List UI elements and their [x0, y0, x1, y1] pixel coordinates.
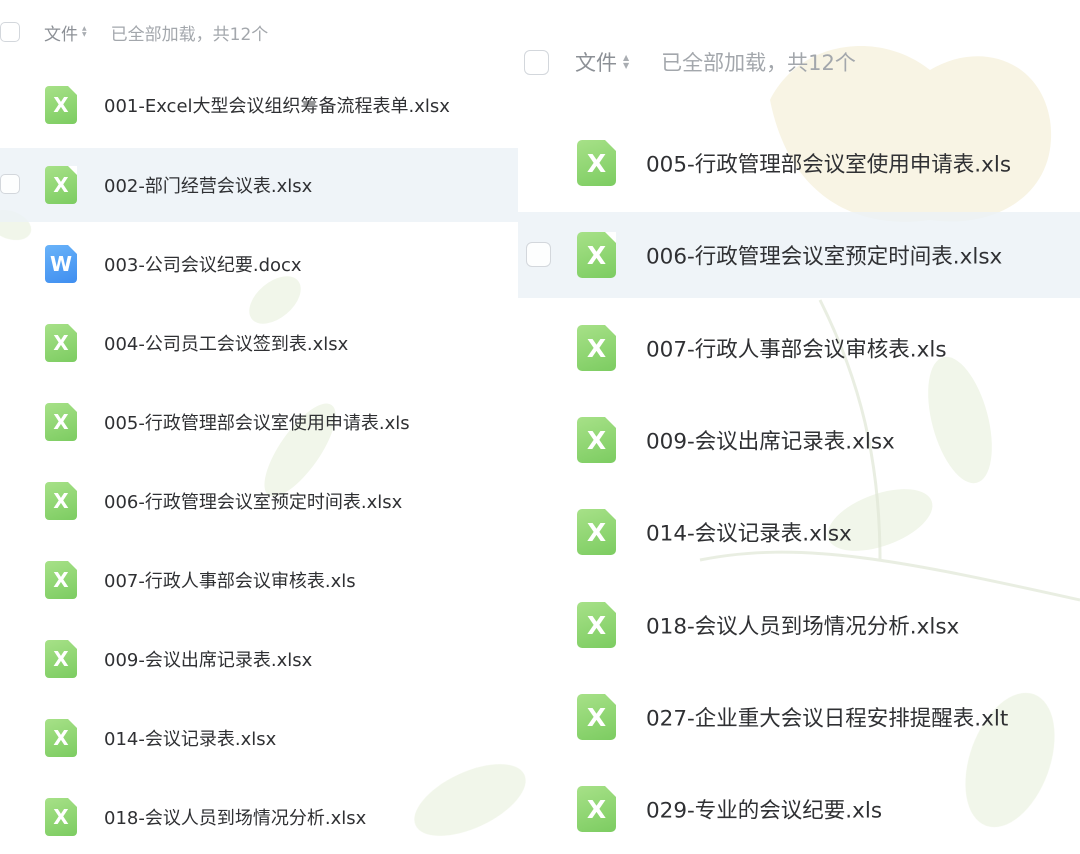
file-list-panel-left: 文件 ▲ ▼ 已全部加载，共12个 X 001-Excel大型会议组织筹备流程表单… — [0, 0, 518, 853]
select-all-checkbox[interactable] — [0, 22, 20, 42]
excel-file-icon: X — [45, 86, 77, 124]
file-name[interactable]: 002-部门经营会议表.xlsx — [104, 172, 312, 198]
file-row[interactable]: X 007-行政人事部会议审核表.xls — [0, 543, 518, 617]
excel-file-icon: X — [45, 166, 77, 204]
excel-file-icon: X — [577, 509, 616, 555]
row-checkbox[interactable] — [526, 242, 551, 267]
file-name[interactable]: 027-企业重大会议日程安排提醒表.xlt — [646, 702, 1008, 733]
file-row[interactable]: X 007-行政人事部会议审核表.xls — [518, 305, 1080, 391]
file-row[interactable]: X 006-行政管理会议室预定时间表.xlsx — [0, 464, 518, 538]
file-row[interactable]: X 014-会议记录表.xlsx — [0, 701, 518, 775]
file-row[interactable]: X 009-会议出席记录表.xlsx — [518, 397, 1080, 483]
list-header: 文件 ▲ ▼ 已全部加载，共12个 — [0, 18, 268, 46]
file-name[interactable]: 009-会议出席记录表.xlsx — [104, 646, 312, 672]
excel-file-icon: X — [577, 140, 616, 186]
file-name[interactable]: 018-会议人员到场情况分析.xlsx — [104, 804, 366, 830]
excel-file-icon: X — [577, 417, 616, 463]
file-row[interactable]: X 027-企业重大会议日程安排提醒表.xlt — [518, 674, 1080, 760]
file-name[interactable]: 005-行政管理部会议室使用申请表.xls — [104, 409, 410, 435]
file-row[interactable]: X 005-行政管理部会议室使用申请表.xls — [0, 385, 518, 459]
list-header: 文件 ▲ ▼ 已全部加载，共12个 — [524, 46, 856, 78]
excel-file-icon: X — [45, 403, 77, 441]
excel-file-icon: X — [45, 561, 77, 599]
column-label-file[interactable]: 文件 — [44, 20, 78, 45]
file-name[interactable]: 009-会议出席记录表.xlsx — [646, 425, 895, 456]
file-name[interactable]: 003-公司会议纪要.docx — [104, 251, 302, 277]
file-row[interactable]: X 001-Excel大型会议组织筹备流程表单.xlsx — [0, 68, 518, 142]
file-list-panel-right: 文件 ▲ ▼ 已全部加载，共12个 X 005-行政管理部会议室使用申请表.xls… — [518, 0, 1080, 853]
file-row[interactable]: X 029-专业的会议纪要.xls — [518, 766, 1080, 852]
file-name[interactable]: 006-行政管理会议室预定时间表.xlsx — [646, 240, 1002, 271]
excel-file-icon: X — [577, 232, 616, 278]
excel-file-icon: X — [45, 640, 77, 678]
file-row[interactable]: X 006-行政管理会议室预定时间表.xlsx — [518, 212, 1080, 298]
load-status-text: 已全部加载，共12个 — [110, 24, 269, 45]
excel-file-icon: X — [45, 482, 77, 520]
sort-icon[interactable]: ▲ ▼ — [82, 26, 87, 38]
excel-file-icon: X — [577, 786, 616, 832]
file-row[interactable]: X 009-会议出席记录表.xlsx — [0, 622, 518, 696]
file-row[interactable]: X 018-会议人员到场情况分析.xlsx — [518, 582, 1080, 668]
file-name[interactable]: 005-行政管理部会议室使用申请表.xls — [646, 148, 1011, 179]
file-row[interactable]: X 014-会议记录表.xlsx — [518, 489, 1080, 575]
excel-file-icon: X — [45, 798, 77, 836]
excel-file-icon: X — [45, 719, 77, 757]
file-row[interactable]: X 002-部门经营会议表.xlsx — [0, 148, 518, 222]
file-name[interactable]: 001-Excel大型会议组织筹备流程表单.xlsx — [104, 92, 450, 118]
excel-file-icon: X — [45, 324, 77, 362]
file-name[interactable]: 006-行政管理会议室预定时间表.xlsx — [104, 488, 402, 514]
file-name[interactable]: 014-会议记录表.xlsx — [104, 725, 276, 751]
file-name[interactable]: 004-公司员工会议签到表.xlsx — [104, 330, 348, 356]
file-name[interactable]: 007-行政人事部会议审核表.xls — [104, 567, 356, 593]
file-name[interactable]: 007-行政人事部会议审核表.xls — [646, 333, 947, 364]
file-name[interactable]: 014-会议记录表.xlsx — [646, 517, 852, 548]
sort-icon[interactable]: ▲ ▼ — [623, 54, 629, 70]
word-file-icon: W — [45, 245, 77, 283]
file-row[interactable]: X 004-公司员工会议签到表.xlsx — [0, 306, 518, 380]
file-name[interactable]: 018-会议人员到场情况分析.xlsx — [646, 610, 959, 641]
file-row[interactable]: X 018-会议人员到场情况分析.xlsx — [0, 780, 518, 854]
file-row[interactable]: W 003-公司会议纪要.docx — [0, 227, 518, 301]
load-status-text: 已全部加载，共12个 — [661, 51, 856, 75]
column-label-file[interactable]: 文件 — [575, 47, 617, 77]
excel-file-icon: X — [577, 325, 616, 371]
select-all-checkbox[interactable] — [524, 49, 549, 75]
file-row[interactable]: X 005-行政管理部会议室使用申请表.xls — [518, 120, 1080, 206]
excel-file-icon: X — [577, 602, 616, 648]
file-name[interactable]: 029-专业的会议纪要.xls — [646, 794, 882, 825]
row-checkbox[interactable] — [0, 174, 20, 194]
excel-file-icon: X — [577, 694, 616, 740]
